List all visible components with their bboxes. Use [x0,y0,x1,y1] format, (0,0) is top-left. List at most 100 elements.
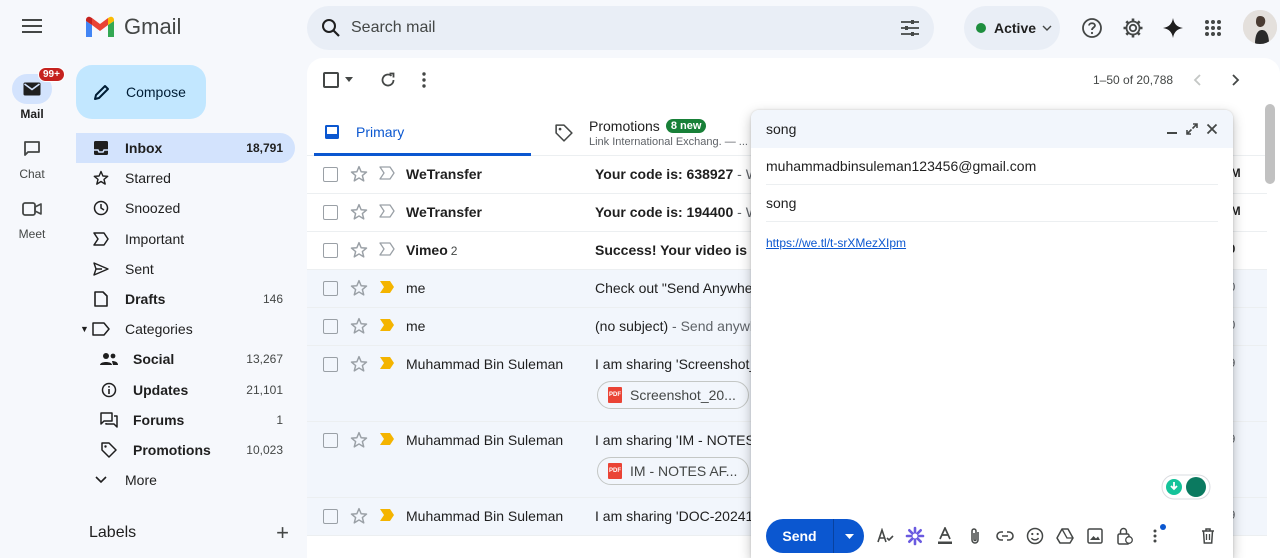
subject-value: song [766,195,797,211]
send-button[interactable]: Send [766,519,834,553]
star-icon[interactable] [350,203,368,221]
row-checkbox[interactable] [323,243,338,258]
chevron-left-icon[interactable] [1193,74,1201,86]
sidebar-item-starred[interactable]: Starred [76,163,295,193]
insert-link-button[interactable] [990,521,1020,551]
search-input[interactable]: Search mail [351,19,900,37]
chevron-down-icon[interactable] [345,77,353,82]
important-marker-icon[interactable] [379,508,395,522]
gmail-logo[interactable]: Gmail [84,14,181,40]
sidebar-item-snoozed[interactable]: Snoozed [76,193,295,223]
settings-button[interactable] [1117,12,1149,44]
email-subject-line: Your code is: 638927 - W [595,166,759,182]
row-checkbox[interactable] [323,319,338,334]
refresh-icon[interactable] [380,72,396,88]
compose-button[interactable]: Compose [76,65,206,119]
sidebar-item-forums[interactable]: Forums 1 [76,405,295,435]
compose-window-controls [1166,123,1218,135]
star-icon[interactable] [350,355,368,373]
scrollbar-thumb[interactable] [1265,104,1275,184]
close-icon[interactable] [1206,123,1218,135]
search-bar[interactable]: Search mail [307,6,934,50]
important-marker-icon[interactable] [379,204,395,218]
tab-promotions-label: Promotions [589,118,660,134]
flower-icon [905,526,925,546]
confidential-mode-button[interactable] [1110,521,1140,551]
important-marker-icon[interactable] [379,318,395,332]
expand-icon[interactable] [1186,123,1198,135]
star-icon[interactable] [350,317,368,335]
insert-photo-button[interactable] [1080,521,1110,551]
thread-count: 2 [450,244,458,258]
sidebar-item-label: More [125,472,157,489]
attach-file-button[interactable] [960,521,990,551]
insert-drive-button[interactable] [1050,521,1080,551]
sidebar-item-promotions[interactable]: Promotions 10,023 [76,435,295,465]
tab-promotions[interactable]: Promotions 8 new Link International Exch… [555,110,755,156]
row-checkbox[interactable] [323,281,338,296]
important-marker-icon[interactable] [379,432,395,446]
sidebar-item-sent[interactable]: Sent [76,254,295,284]
compose-header[interactable]: song [751,110,1233,148]
gemini-button[interactable] [1157,12,1189,44]
attachment-chip[interactable]: PDF IM - NOTES AF... [597,457,749,485]
star-icon[interactable] [350,507,368,525]
email-subject: (no subject) [595,318,669,334]
pdf-icon: PDF [608,463,622,479]
row-checkbox[interactable] [323,357,338,372]
sidebar-item-categories[interactable]: ▼ Categories [76,314,295,344]
subject-field[interactable]: song [766,185,1218,222]
important-marker-icon[interactable] [379,356,395,370]
more-options-button[interactable] [1140,521,1170,551]
help-button[interactable] [1076,12,1108,44]
schedule-send-button[interactable] [834,519,864,553]
attachment-chip[interactable]: PDF Screenshot_20... [597,381,749,409]
insert-emoji-button[interactable] [1020,521,1050,551]
recipients-field[interactable]: muhammadbinsuleman123456@gmail.com [766,148,1218,185]
select-all-checkbox[interactable] [323,72,339,88]
email-subject: Check out "Send Anywher [595,280,758,296]
tab-primary[interactable]: Primary [314,110,531,156]
grammar-assistant[interactable] [1161,474,1211,500]
minimize-icon[interactable] [1166,123,1178,135]
sidebar-item-important[interactable]: Important [76,224,295,254]
mail-icon [23,82,41,96]
rail-mail[interactable]: 99+ Mail [0,67,65,121]
row-checkbox[interactable] [323,205,338,220]
create-label-button[interactable]: + [276,520,289,546]
star-icon[interactable] [350,165,368,183]
important-marker-icon[interactable] [379,166,395,180]
important-marker-icon[interactable] [379,280,395,294]
sidebar-item-label: Important [125,230,185,247]
sidebar-item-inbox[interactable]: Inbox 18,791 [76,133,295,164]
rail-meet[interactable]: Meet [0,194,64,241]
rail-chat[interactable]: Chat [0,134,64,181]
gemini-help-button[interactable] [900,521,930,551]
filter-options-icon[interactable] [900,19,920,37]
chevron-right-icon[interactable] [1232,74,1240,86]
signature-ai-button[interactable] [870,521,900,551]
important-marker-icon[interactable] [379,242,395,256]
row-checkbox[interactable] [323,509,338,524]
body-link[interactable]: https://we.tl/t-srXMezXIpm [766,236,906,250]
row-checkbox[interactable] [323,167,338,182]
sidebar-item-more[interactable]: More [76,465,295,495]
sidebar-item-updates[interactable]: Updates 21,101 [76,375,295,405]
row-checkbox[interactable] [323,433,338,448]
send-button-group: Send [766,519,864,553]
sidebar-item-social[interactable]: Social 13,267 [76,344,295,374]
discard-draft-button[interactable] [1193,521,1223,551]
star-icon[interactable] [350,431,368,449]
star-icon[interactable] [350,279,368,297]
message-body[interactable]: https://we.tl/t-srXMezXIpm [751,222,1233,262]
sidebar-item-label: Inbox [125,140,163,157]
main-menu-button[interactable] [14,8,50,44]
star-icon[interactable] [350,241,368,259]
avatar[interactable] [1243,10,1277,44]
more-vertical-icon[interactable] [422,72,426,88]
sidebar-item-drafts[interactable]: Drafts 146 [76,284,295,314]
email-subject: I am sharing 'IM - NOTES A [595,432,768,448]
text-format-button[interactable] [930,521,960,551]
status-selector[interactable]: Active [964,6,1060,50]
apps-button[interactable] [1197,12,1229,44]
